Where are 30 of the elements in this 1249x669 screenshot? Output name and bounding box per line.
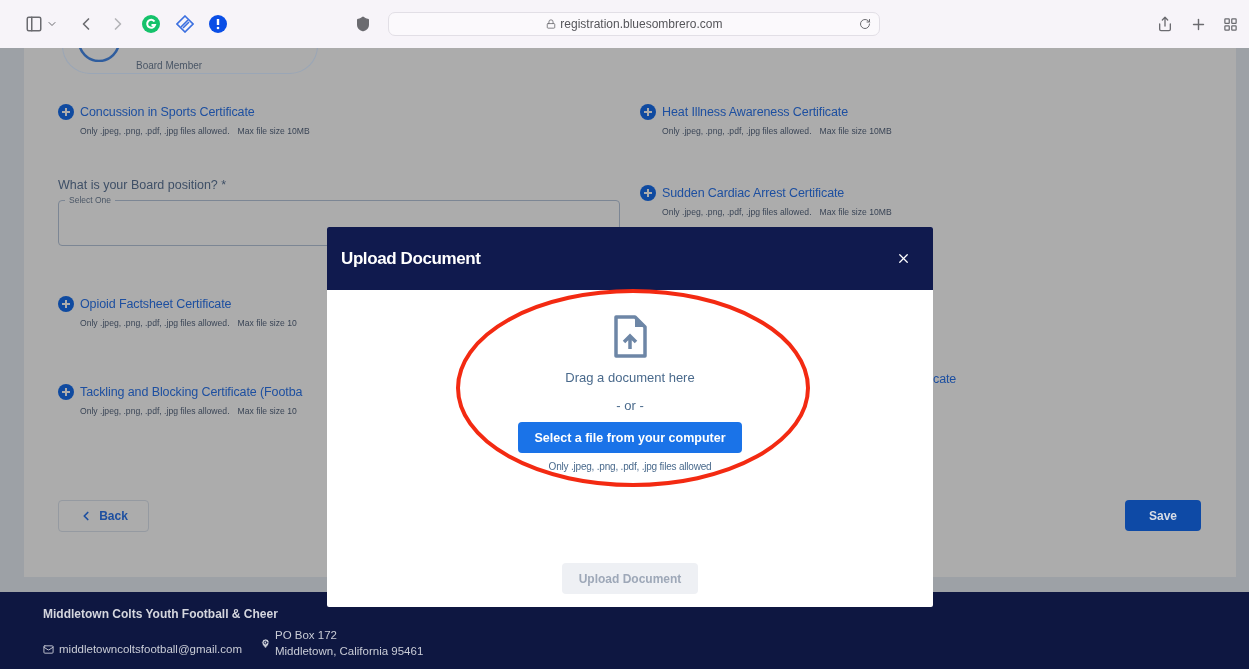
organization-name: Middletown Colts Youth Football & Cheer bbox=[43, 607, 279, 621]
file-size-hint: Max file size 10MB bbox=[819, 126, 892, 136]
file-size-hint: Max file size 10 bbox=[237, 406, 297, 416]
member-role: Board Member bbox=[136, 60, 203, 71]
file-size-hint: Max file size 10 bbox=[237, 318, 297, 328]
file-hint: Only .jpeg, .png, .pdf, .jpg files allowed bbox=[548, 461, 712, 472]
dialog-title: Upload Document bbox=[341, 248, 481, 269]
certificate-title[interactable]: Opioid Factsheet Certificate bbox=[80, 297, 232, 311]
select-file-button[interactable]: Select a file from your computer bbox=[518, 422, 742, 453]
question-label: What is your Board position? * bbox=[58, 178, 228, 192]
file-size-hint: Max file size 10MB bbox=[237, 126, 310, 136]
file-types-hint: Only .jpeg, .png, .pdf, .jpg files allowed. bbox=[80, 406, 230, 416]
separator-text: - or - bbox=[616, 398, 644, 413]
save-button[interactable]: Save bbox=[1125, 500, 1201, 531]
certificate-title[interactable]: Heat Illness Awareness Certificate bbox=[662, 105, 849, 119]
email-link[interactable]: middletowncoltsfootball@gmail.com bbox=[59, 643, 242, 655]
file-types-hint: Only .jpeg, .png, .pdf, .jpg files allowed. bbox=[80, 126, 230, 136]
address-line: Middletown, California 95461 bbox=[275, 645, 424, 657]
file-size-hint: Max file size 10MB bbox=[819, 207, 892, 217]
certificate-title[interactable]: Concussion in Sports Certificate bbox=[80, 105, 255, 119]
address-line: PO Box 172 bbox=[275, 629, 338, 641]
address-bar[interactable]: registration.bluesombrero.com bbox=[388, 12, 881, 36]
certificate-title[interactable]: cate bbox=[933, 372, 957, 386]
file-types-hint: Only .jpeg, .png, .pdf, .jpg files allowed. bbox=[662, 126, 812, 136]
certificate-title[interactable]: Tackling and Blocking Certificate (Footba bbox=[80, 385, 303, 399]
certificate-title[interactable]: Sudden Cardiac Arrest Certificate bbox=[662, 186, 845, 200]
drop-zone-text: Drag a document here bbox=[565, 370, 695, 385]
file-types-hint: Only .jpeg, .png, .pdf, .jpg files allowed. bbox=[80, 318, 230, 328]
back-button[interactable]: Back bbox=[58, 500, 149, 532]
file-types-hint: Only .jpeg, .png, .pdf, .jpg files allowed. bbox=[662, 207, 812, 217]
